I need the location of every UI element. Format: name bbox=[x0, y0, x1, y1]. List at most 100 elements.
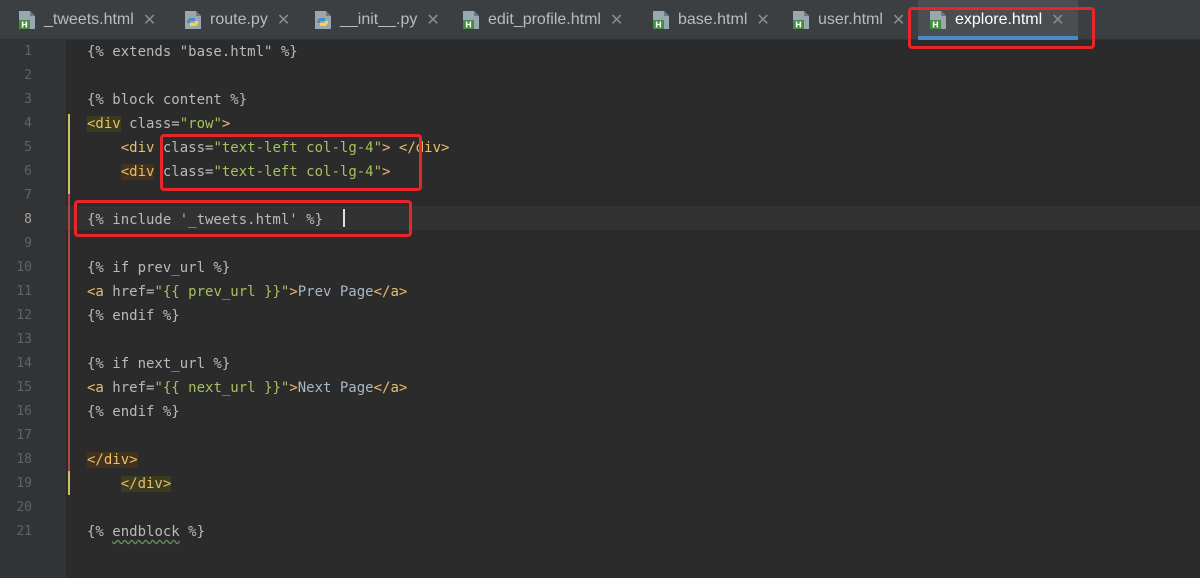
html-attribute: href= bbox=[103, 284, 155, 300]
tab-base-html[interactable]: H base.html ✕ bbox=[652, 0, 770, 40]
tab-edit-profile-html[interactable]: H edit_profile.html ✕ bbox=[462, 0, 623, 40]
line-number: 5 bbox=[24, 140, 32, 155]
html-file-icon: H bbox=[653, 11, 669, 30]
line-number: 16 bbox=[16, 404, 32, 419]
html-end-tag: </a> bbox=[373, 284, 408, 300]
tab-label: edit_profile.html bbox=[488, 11, 601, 28]
svg-text:H: H bbox=[21, 21, 28, 30]
close-icon[interactable]: ✕ bbox=[756, 10, 769, 30]
link-text: Next Page bbox=[297, 380, 374, 396]
tab-label: base.html bbox=[678, 11, 748, 28]
html-tag-close: > bbox=[289, 380, 298, 396]
template-tag: {% endif %} bbox=[87, 308, 180, 324]
line-number: 15 bbox=[16, 380, 32, 395]
code-line-3: {% block content %} bbox=[87, 88, 247, 112]
html-end-tag: </a> bbox=[373, 380, 408, 396]
html-end-tag: </div> bbox=[87, 452, 138, 468]
template-tag: {% endif %} bbox=[87, 404, 180, 420]
line-number: 21 bbox=[16, 524, 32, 539]
code-line-11: <a href="{{ prev_url }}">Prev Page</a> bbox=[87, 280, 407, 304]
tag-scope-indicator bbox=[68, 194, 70, 494]
html-end-tag: </div> bbox=[120, 476, 172, 492]
html-file-icon: H bbox=[463, 11, 479, 30]
html-tag-close: > bbox=[221, 116, 231, 132]
highlight-box-include bbox=[74, 200, 412, 237]
code-line-21: {% endblock %} bbox=[87, 520, 205, 544]
tag-scope-indicator bbox=[68, 114, 70, 194]
svg-text:H: H bbox=[655, 21, 662, 30]
line-number: 20 bbox=[16, 500, 32, 515]
template-tag: {% if prev_url %} bbox=[87, 260, 231, 276]
html-file-icon: H bbox=[793, 11, 809, 30]
tab-label: _tweets.html bbox=[44, 11, 134, 28]
template-keyword: endblock bbox=[112, 524, 180, 540]
highlight-box-active-tab bbox=[908, 7, 1095, 49]
line-number: 9 bbox=[24, 236, 32, 251]
html-tag: <div bbox=[120, 140, 155, 156]
attribute-value: "row" bbox=[179, 116, 222, 132]
tag-scope-indicator bbox=[68, 471, 70, 495]
html-tag: <a bbox=[87, 380, 104, 396]
tab-route-py[interactable]: route.py ✕ bbox=[184, 0, 290, 40]
html-tag: <div bbox=[120, 164, 155, 180]
line-number: 17 bbox=[16, 428, 32, 443]
line-number: 3 bbox=[24, 92, 32, 107]
template-tag: {% block content %} bbox=[87, 92, 248, 108]
code-line-16: {% endif %} bbox=[87, 400, 180, 424]
tab-label: user.html bbox=[818, 11, 883, 28]
line-number: 11 bbox=[16, 284, 32, 299]
tab-user-html[interactable]: H user.html ✕ bbox=[792, 0, 905, 40]
line-number-current: 8 bbox=[24, 212, 32, 227]
html-attribute: class= bbox=[120, 116, 180, 132]
line-number: 2 bbox=[24, 68, 32, 83]
python-file-icon bbox=[315, 11, 331, 29]
close-icon[interactable]: ✕ bbox=[892, 10, 905, 30]
tab-init-py[interactable]: __init__.py ✕ bbox=[314, 0, 440, 40]
html-file-icon: H bbox=[19, 11, 35, 30]
tab-label: __init__.py bbox=[340, 11, 418, 28]
svg-text:H: H bbox=[465, 21, 472, 30]
template-tag: {% extends "base.html" %} bbox=[87, 44, 298, 60]
html-attribute: href= bbox=[103, 380, 155, 396]
line-number: 6 bbox=[24, 164, 32, 179]
line-number-gutter: 1 2 3 4 5 6 7 8 9 10 11 12 13 14 15 16 1… bbox=[0, 40, 66, 578]
html-tag: <div bbox=[87, 116, 121, 132]
line-number: 12 bbox=[16, 308, 32, 323]
line-number: 4 bbox=[24, 116, 32, 131]
line-number: 13 bbox=[16, 332, 32, 347]
line-number: 18 bbox=[16, 452, 32, 467]
code-line-1: {% extends "base.html" %} bbox=[87, 40, 298, 64]
line-number: 10 bbox=[16, 260, 32, 275]
tab-label: route.py bbox=[210, 11, 268, 28]
line-number: 7 bbox=[24, 188, 32, 203]
attribute-value: "{{ prev_url }}" bbox=[154, 284, 290, 300]
code-editor[interactable]: 1 2 3 4 5 6 7 8 9 10 11 12 13 14 15 16 1… bbox=[0, 40, 1200, 578]
template-tag: %} bbox=[179, 524, 206, 540]
line-number: 19 bbox=[16, 476, 32, 491]
code-line-14: {% if next_url %} bbox=[87, 352, 230, 376]
code-line-19: </div> bbox=[87, 472, 172, 496]
template-tag: {% bbox=[87, 524, 113, 540]
python-file-icon bbox=[185, 11, 201, 29]
html-tag: <a bbox=[87, 284, 104, 300]
code-line-4: <div class="row"> bbox=[87, 112, 230, 136]
svg-text:H: H bbox=[795, 21, 802, 30]
highlight-box-class-attrs bbox=[160, 134, 422, 191]
line-number: 14 bbox=[16, 356, 32, 371]
close-icon[interactable]: ✕ bbox=[610, 10, 623, 30]
close-icon[interactable]: ✕ bbox=[426, 10, 439, 30]
attribute-value: "{{ next_url }}" bbox=[154, 380, 290, 396]
code-line-10: {% if prev_url %} bbox=[87, 256, 230, 280]
close-icon[interactable]: ✕ bbox=[277, 10, 290, 30]
line-number: 1 bbox=[24, 44, 32, 59]
link-text: Prev Page bbox=[297, 284, 374, 300]
tab-tweets-html[interactable]: H _tweets.html ✕ bbox=[18, 0, 156, 40]
close-icon[interactable]: ✕ bbox=[143, 10, 156, 30]
code-line-12: {% endif %} bbox=[87, 304, 180, 328]
code-line-15: <a href="{{ next_url }}">Next Page</a> bbox=[87, 376, 407, 400]
html-tag-close: > bbox=[289, 284, 298, 300]
code-line-18: </div> bbox=[87, 448, 138, 472]
